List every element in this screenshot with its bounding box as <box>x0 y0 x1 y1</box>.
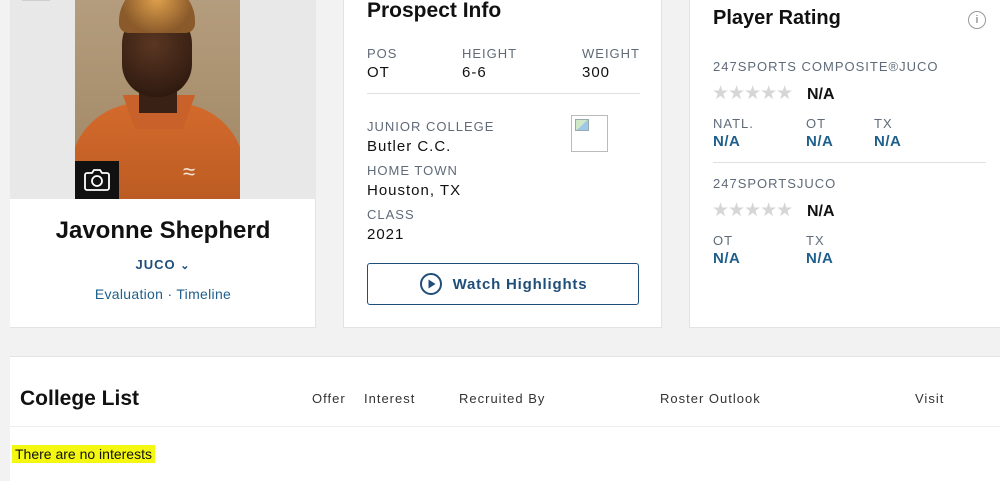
hometown-label: HOME TOWN <box>367 163 458 178</box>
height-label: HEIGHT <box>462 46 518 61</box>
hometown-value: Houston, TX <box>367 182 462 199</box>
class-value: 2021 <box>367 226 405 243</box>
natl-label: NATL. <box>713 116 754 131</box>
pos-rank[interactable]: N/A <box>806 133 833 150</box>
corner-tab[interactable] <box>22 0 50 1</box>
column-recruited-by[interactable]: Recruited By <box>459 391 545 406</box>
pos-rank[interactable]: N/A <box>713 250 740 267</box>
empty-message: There are no interests <box>12 445 155 463</box>
pos-rank-label: OT <box>806 116 827 131</box>
column-visit[interactable]: Visit <box>915 391 944 406</box>
watch-highlights-button[interactable]: Watch Highlights <box>367 263 639 305</box>
state-rank[interactable]: N/A <box>806 250 833 267</box>
info-icon[interactable]: i <box>968 11 986 29</box>
longhorn-logo: ≈ <box>183 159 196 184</box>
column-offer[interactable]: Offer <box>312 391 346 406</box>
prospect-info-card: Prospect Info POS OT HEIGHT 6-6 WEIGHT 3… <box>343 0 662 328</box>
rating-title: Player Rating <box>713 7 841 29</box>
star-icon: ★★★★★ <box>712 200 793 221</box>
sports247-heading: 247SPORTSJUCO <box>713 176 837 191</box>
pos-value: OT <box>367 64 390 81</box>
pos-rank-label: OT <box>713 233 734 248</box>
weight-label: WEIGHT <box>582 46 640 61</box>
play-circle-icon <box>419 273 442 295</box>
player-rating-card: Player Rating i 247SPORTS COMPOSITE®JUCO… <box>689 0 1000 328</box>
timeline-link[interactable]: Timeline <box>176 286 231 302</box>
eval-links: Evaluation · Timeline <box>10 286 316 302</box>
column-roster-outlook[interactable]: Roster Outlook <box>660 391 761 406</box>
composite-heading: 247SPORTS COMPOSITE®JUCO <box>713 59 939 74</box>
college-logo <box>571 115 608 152</box>
class-label: CLASS <box>367 207 415 222</box>
weight-value: 300 <box>582 64 611 81</box>
link-separator: · <box>167 286 177 302</box>
chevron-down-icon: ⌄ <box>180 260 191 272</box>
level-dropdown[interactable]: JUCO ⌄ <box>10 257 316 272</box>
player-name: Javonne Shepherd <box>55 217 271 244</box>
prospect-title: Prospect Info <box>367 0 502 22</box>
college-list-section: College List Offer Interest Recruited By… <box>10 356 1000 481</box>
camera-button[interactable] <box>75 161 119 199</box>
photo-area: ≈ <box>10 0 316 199</box>
star-icon: ★★★★★ <box>712 83 793 104</box>
state-rank[interactable]: N/A <box>874 133 901 150</box>
college-label: JUNIOR COLLEGE <box>367 119 495 134</box>
state-rank-label: TX <box>874 116 893 131</box>
player-card: ≈ Javonne Shepherd JUCO ⌄ Evaluation · T… <box>10 0 316 328</box>
composite-rating: N/A <box>807 86 835 103</box>
natl-rank[interactable]: N/A <box>713 133 740 150</box>
divider <box>10 426 1000 427</box>
college-value[interactable]: Butler C.C. <box>367 138 451 155</box>
sports247-rating: N/A <box>807 203 835 220</box>
watch-highlights-label: Watch Highlights <box>452 275 588 293</box>
divider <box>713 162 986 163</box>
column-interest[interactable]: Interest <box>364 391 415 406</box>
evaluation-link[interactable]: Evaluation <box>95 286 163 302</box>
level-label: JUCO <box>135 257 176 272</box>
camera-icon <box>84 169 110 191</box>
state-rank-label: TX <box>806 233 825 248</box>
college-list-title: College List <box>20 387 140 410</box>
pos-label: POS <box>367 46 398 61</box>
divider <box>367 93 640 94</box>
height-value: 6-6 <box>462 64 487 81</box>
